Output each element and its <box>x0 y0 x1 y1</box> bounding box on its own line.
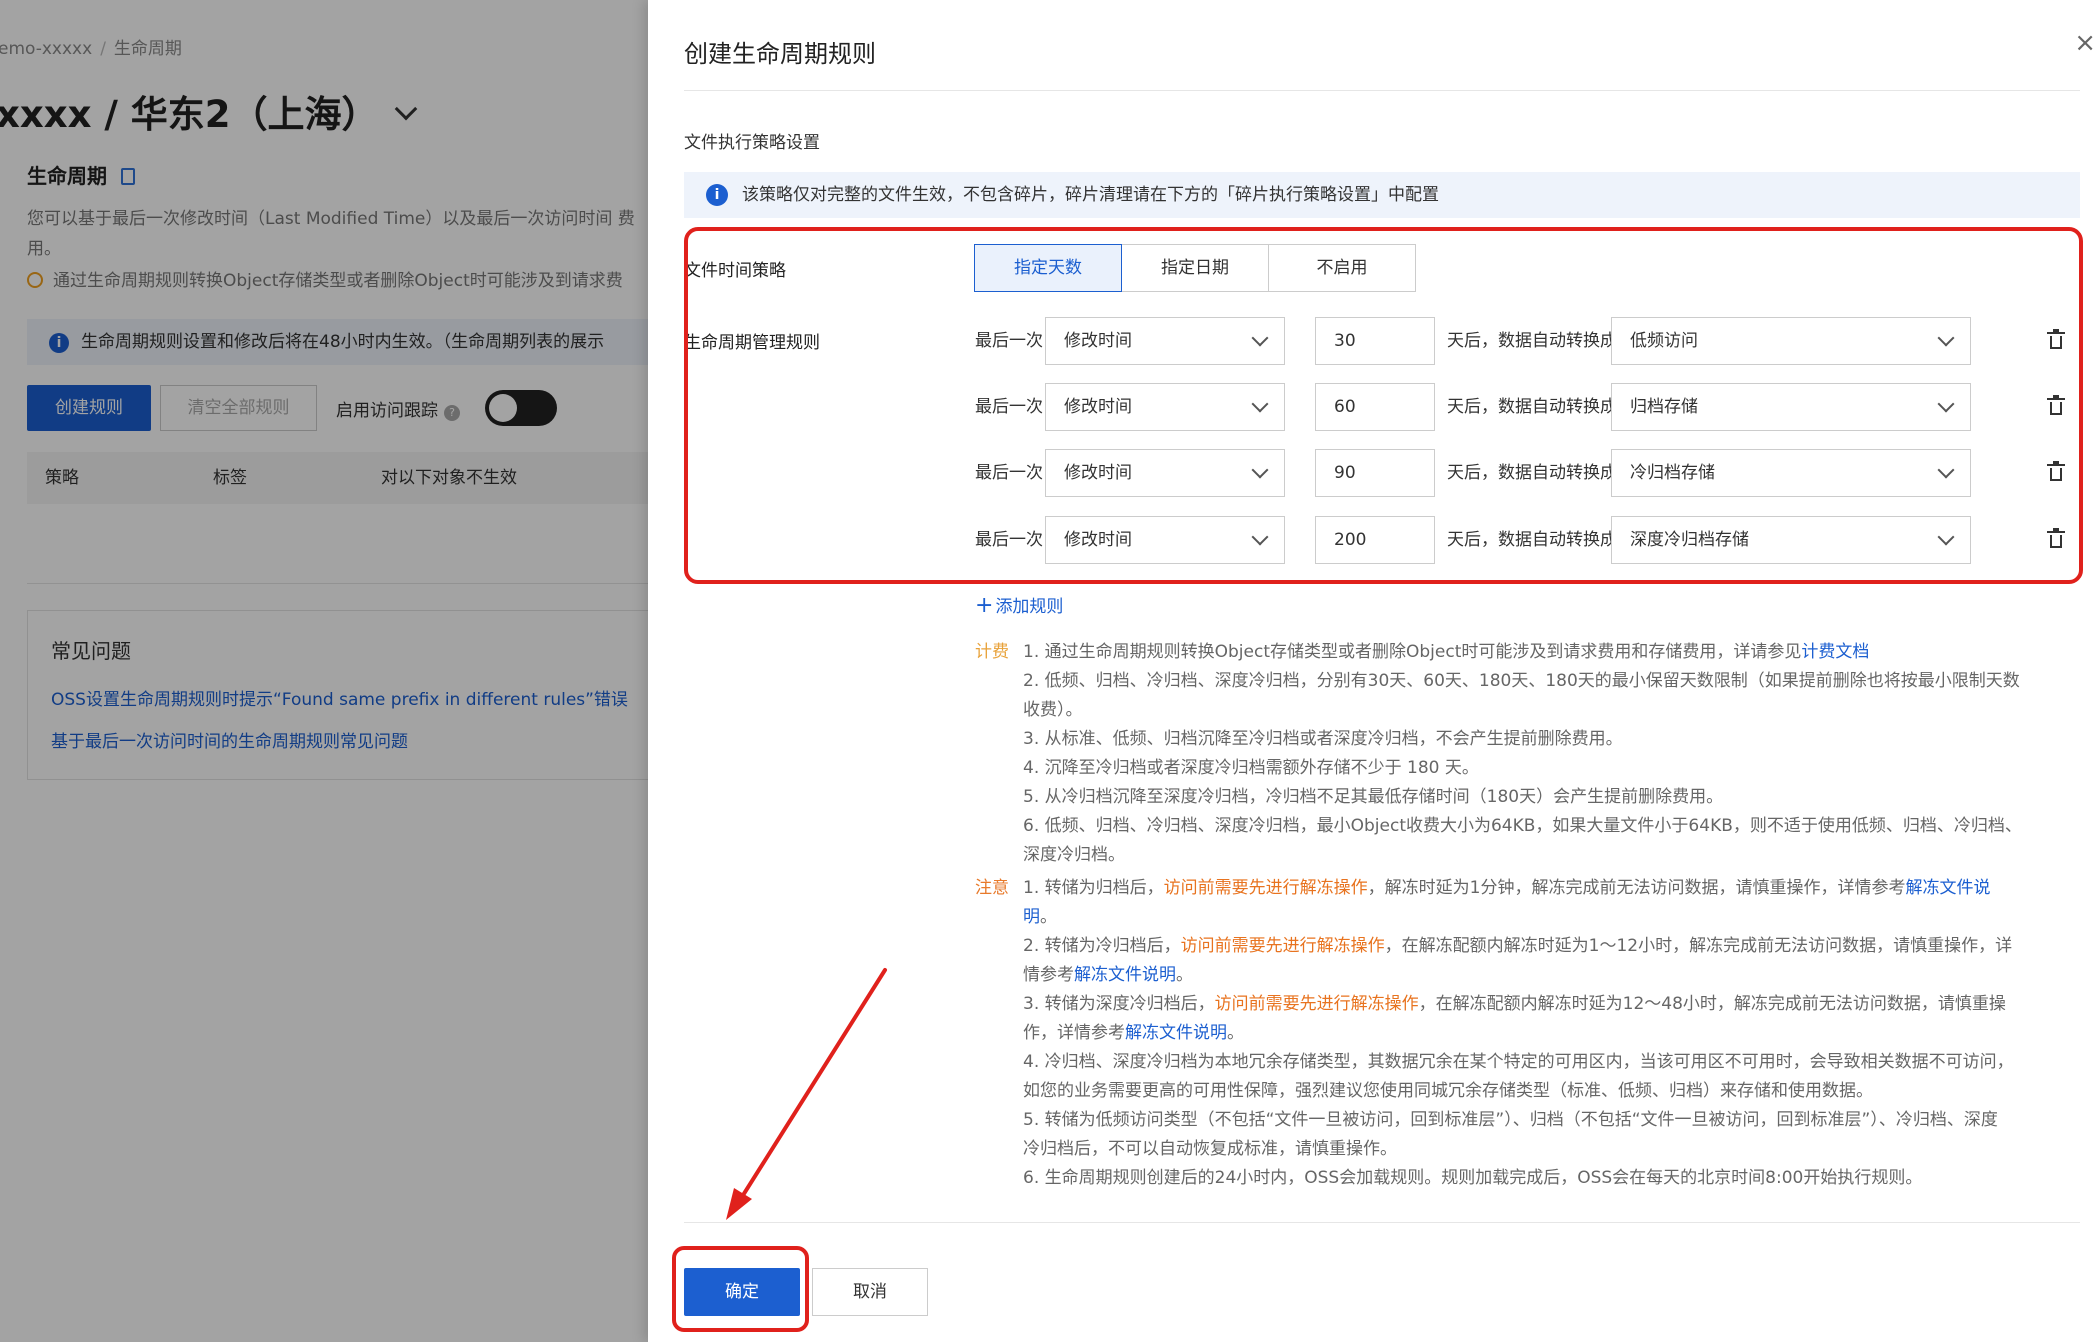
notice-tag: 注意 <box>975 878 1009 898</box>
billing-note-2: 2. 低频、归档、冷归档、深度冷归档，分别有30天、60天、180天、180天的… <box>1023 667 2081 696</box>
notice-3-text: 3. 转储为深度冷归档后， <box>1023 994 1215 1014</box>
notice-2-warn: 访问前需要先进行解冻操作 <box>1180 936 1385 956</box>
billing-tag: 计费 <box>975 642 1009 662</box>
unfreeze-doc-link-2[interactable]: 解冻文件说明 <box>1074 965 1176 985</box>
notice-2-cont: 情参考解冻文件说明。 <box>1023 961 2081 990</box>
notice-3: 3. 转储为深度冷归档后，访问前需要先进行解冻操作，在解冻配额内解冻时延为12～… <box>1023 990 2081 1019</box>
notice-1-cont: 明。 <box>1023 903 2081 932</box>
fragment-info-banner: i 该策略仅对完整的文件生效，不包含碎片，碎片清理请在下方的「碎片执行策略设置」中… <box>684 172 2080 218</box>
notice-2-text-b: ，在解冻配额内解冻时延为1～12小时，解冻完成前无法访问数据，请慎重操作，详 <box>1384 936 2013 956</box>
notice-4-cont: 如您的业务需要更高的可用性保障，强烈建议您使用同城冗余存储类型（标准、低频、归档… <box>1023 1081 1873 1101</box>
header-divider <box>684 90 2080 91</box>
create-lifecycle-rule-drawer: 创建生命周期规则 × 文件执行策略设置 i 该策略仅对完整的文件生效，不包含碎片，… <box>648 0 2098 1342</box>
billing-note-2-text: 2. 低频、归档、冷归档、深度冷归档，分别有30天、60天、180天、180天的… <box>1023 671 2020 691</box>
billing-doc-link[interactable]: 计费文档 <box>1801 642 1869 662</box>
notice-4: 4. 冷归档、深度冷归档为本地冗余存储类型，其数据冗余在某个特定的可用区内，当该… <box>1023 1052 2014 1072</box>
footer-divider <box>684 1222 2080 1223</box>
notice-5-cont: 冷归档后，不可以自动恢复成标准，请慎重操作。 <box>1023 1139 1397 1159</box>
billing-note-1-text: 1. 通过生命周期规则转换Object存储类型或者删除Object时可能涉及到请… <box>1023 642 1802 662</box>
notice-3-end: 。 <box>1227 1023 1244 1043</box>
add-rule-link[interactable]: + 添加规则 <box>975 592 1063 618</box>
notice-1: 1. 转储为归档后，访问前需要先进行解冻操作，解冻时延为1分钟，解冻完成前无法访… <box>1023 874 2081 903</box>
plus-icon: + <box>975 593 994 618</box>
notice-5: 5. 转储为低频访问类型（不包括“文件一旦被访问，回到标准层”）、归档（不包括“… <box>1023 1110 1998 1130</box>
notice-1-warn: 访问前需要先进行解冻操作 <box>1163 878 1368 898</box>
notice-3-text-c: 作，详情参考 <box>1023 1023 1125 1043</box>
add-rule-text: 添加规则 <box>995 597 1064 617</box>
unfreeze-doc-link-3[interactable]: 解冻文件说明 <box>1125 1023 1227 1043</box>
notice-1-text-b: ，解冻时延为1分钟，解冻完成前无法访问数据，请慎重操作，详情参考 <box>1367 878 1906 898</box>
unfreeze-doc-link-1[interactable]: 解冻文件说 <box>1905 878 1990 898</box>
notice-1-text: 1. 转储为归档后， <box>1023 878 1164 898</box>
drawer-title: 创建生命周期规则 <box>684 40 876 68</box>
notice-2: 2. 转储为冷归档后，访问前需要先进行解冻操作，在解冻配额内解冻时延为1～12小… <box>1023 932 2081 961</box>
notice-3-warn: 访问前需要先进行解冻操作 <box>1214 994 1419 1014</box>
file-policy-section-title: 文件执行策略设置 <box>684 133 820 153</box>
billing-note-2-cont: 收费）。 <box>1023 700 1083 720</box>
notice-1-end: 。 <box>1040 907 1057 927</box>
cancel-button[interactable]: 取消 <box>812 1268 928 1316</box>
notice-3-text-b: ，在解冻配额内解冻时延为12～48小时，解冻完成前无法访问数据，请慎重操 <box>1418 994 2006 1014</box>
billing-note-4: 4. 沉降至冷归档或者深度冷归档需额外存储不少于 180 天。 <box>1023 758 1479 778</box>
annotation-confirm-highlight <box>672 1246 809 1332</box>
billing-note-1: 1. 通过生命周期规则转换Object存储类型或者删除Object时可能涉及到请… <box>1023 638 2081 667</box>
billing-note-5: 5. 从冷归档沉降至深度冷归档，冷归档不足其最低存储时间（180天）会产生提前删… <box>1023 787 1724 807</box>
info-icon: i <box>706 184 728 206</box>
billing-note-6-cont: 深度冷归档。 <box>1023 845 1125 865</box>
notice-2-text-c: 情参考 <box>1023 965 1074 985</box>
notice-2-end: 。 <box>1176 965 1193 985</box>
notice-2-text: 2. 转储为冷归档后， <box>1023 936 1181 956</box>
unfreeze-doc-link-1-cont[interactable]: 明 <box>1023 907 1040 927</box>
time-policy-option-days[interactable]: 指定天数 <box>974 244 1122 292</box>
fragment-info-text: 该策略仅对完整的文件生效，不包含碎片，碎片清理请在下方的「碎片执行策略设置」中配… <box>742 185 1439 205</box>
notice-3-cont: 作，详情参考解冻文件说明。 <box>1023 1019 2081 1048</box>
overlay-mask[interactable] <box>0 0 648 1342</box>
notice-6: 6. 生命周期规则创建后的24小时内，OSS会加载规则。规则加载完成后，OSS会… <box>1023 1168 1923 1188</box>
billing-note-3: 3. 从标准、低频、归档沉降至冷归档或者深度冷归档，不会产生提前删除费用。 <box>1023 729 1623 749</box>
annotation-highlight-box <box>684 227 2083 584</box>
billing-note-6: 6. 低频、归档、冷归档、深度冷归档，最小Object收费大小为64KB，如果大… <box>1023 816 2022 836</box>
close-icon[interactable]: × <box>2074 28 2096 58</box>
